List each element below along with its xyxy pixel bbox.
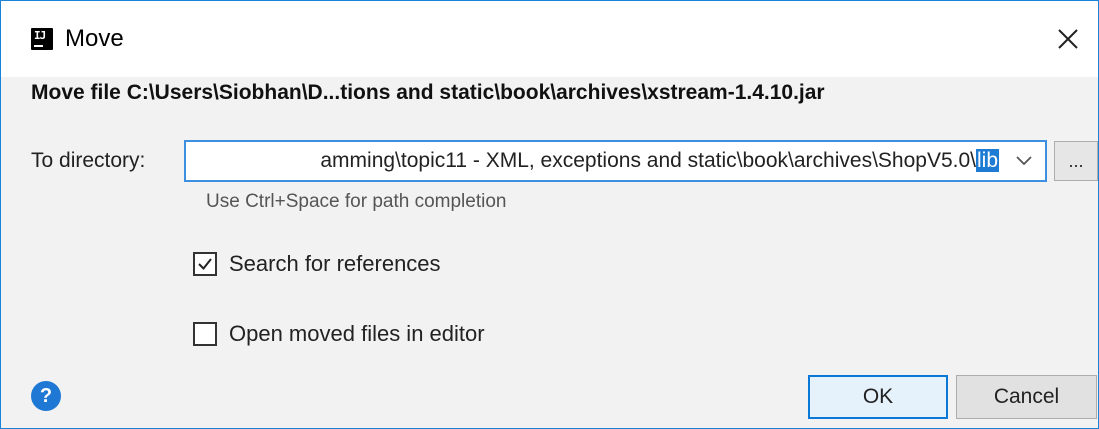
path-completion-hint: Use Ctrl+Space for path completion — [206, 191, 507, 212]
intellij-app-icon: IJ — [31, 28, 53, 50]
close-button[interactable] — [1038, 1, 1098, 77]
cancel-button[interactable]: Cancel — [956, 375, 1097, 419]
ok-button[interactable]: OK — [808, 375, 948, 419]
to-directory-combobox[interactable]: amming\topic11 - XML, exceptions and sta… — [184, 140, 1047, 182]
help-icon[interactable]: ? — [31, 381, 61, 411]
to-directory-input[interactable]: amming\topic11 - XML, exceptions and sta… — [320, 149, 999, 173]
app-icon-text: IJ — [34, 29, 46, 42]
chevron-down-icon — [1016, 156, 1032, 166]
browse-button[interactable]: ... — [1054, 141, 1098, 181]
move-file-header: Move file C:\Users\Siobhan\D...tions and… — [31, 81, 825, 104]
directory-path-text: amming\topic11 - XML, exceptions and sta… — [320, 149, 976, 172]
search-references-option[interactable]: Search for references — [193, 251, 441, 277]
combobox-dropdown-button[interactable] — [1003, 142, 1045, 180]
search-references-label: Search for references — [229, 251, 441, 276]
move-dialog: IJ Move Move file C:\Users\Siobhan\D...t… — [0, 0, 1099, 429]
close-icon — [1058, 29, 1078, 49]
directory-path-selected: lib — [975, 149, 999, 172]
open-in-editor-option[interactable]: Open moved files in editor — [193, 321, 485, 347]
open-in-editor-label: Open moved files in editor — [229, 321, 485, 346]
window-title: Move — [65, 25, 124, 52]
search-references-checkbox[interactable] — [193, 252, 217, 276]
title-bar: IJ Move — [1, 1, 1098, 77]
checkmark-icon — [198, 258, 212, 271]
to-directory-label: To directory: — [31, 149, 146, 172]
open-in-editor-checkbox[interactable] — [193, 322, 217, 346]
